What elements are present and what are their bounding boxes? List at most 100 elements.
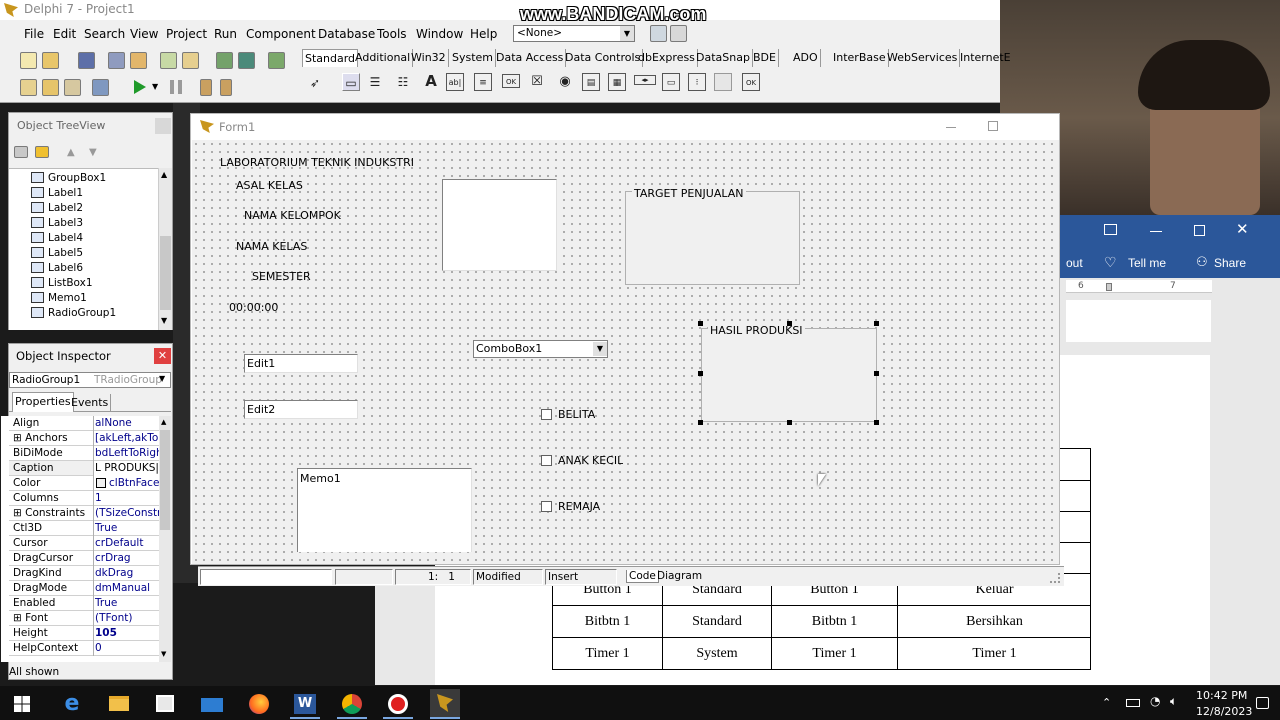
tree-item[interactable]: Label5 [31,246,83,261]
desktop-combo[interactable]: <None> ▼ [513,25,635,42]
minimize-icon[interactable] [946,127,956,128]
edit-icon[interactable]: ab| [446,73,464,91]
prop-row[interactable]: Cursor crDefault [9,536,171,551]
prop-value[interactable]: 105 [93,626,169,641]
prop-value[interactable]: crDrag [93,551,169,566]
tab-diagram[interactable]: Diagram [657,570,702,582]
prop-value[interactable]: L PRODUKS| [93,461,169,476]
prop-value[interactable]: crDefault [93,536,169,551]
prop-value[interactable]: dmManual [93,581,169,596]
scroll-down-icon[interactable]: ▼ [161,316,167,325]
inspector-scrollbar[interactable]: ▲ ▼ [159,416,171,662]
edge-icon[interactable]: e [57,689,87,719]
prop-value[interactable]: True [93,596,169,611]
tree-item[interactable]: ListBox1 [31,276,93,291]
tab-additional[interactable]: Additional [353,49,414,67]
tab-code[interactable]: Code [626,570,659,583]
network-icon[interactable]: ◔ [1150,694,1160,708]
tree-item-selected[interactable]: RadioGroup1 [31,306,116,321]
menu-view[interactable]: View [130,27,158,41]
button-icon[interactable]: OK [502,74,520,88]
tab-standard[interactable]: Standard [302,49,359,67]
scroll-thumb[interactable] [160,430,170,530]
run-dropdown-icon[interactable]: ▼ [152,82,158,91]
help-icon[interactable] [216,52,233,69]
prop-row[interactable]: ⊞ Font (TFont) [9,611,171,626]
radiogroup-hasil-produksi[interactable]: HASIL PRODUKSI [701,324,877,422]
label-nama-kelas[interactable]: NAMA KELAS [236,240,307,253]
inspector-close-button[interactable]: ✕ [154,348,171,364]
tab-internet[interactable]: InternetE [958,49,1013,67]
chevron-down-icon[interactable]: ▼ [620,26,634,41]
scroll-up-icon[interactable]: ▲ [161,170,167,179]
checkbox-box[interactable] [541,409,552,420]
chevron-up-icon[interactable]: ⌃ [1102,696,1111,709]
file-explorer-icon[interactable] [104,689,134,719]
prop-value[interactable]: [akLeft,akTop [93,431,169,446]
memo-icon[interactable]: ≡ [474,73,492,91]
memo1[interactable]: Memo1 [297,468,472,552]
tree-new-icon[interactable] [14,146,28,158]
prop-row[interactable]: HelpContext 0 [9,641,171,656]
clock-date[interactable]: 12/8/2023 [1196,705,1252,718]
label-time[interactable]: 00:00:00 [229,301,278,314]
prop-value[interactable]: 1 [93,491,169,506]
menu-help[interactable]: Help [470,27,497,41]
tree-scrollbar[interactable]: ▲ ▼ [158,168,172,330]
chevron-down-icon[interactable]: ▼ [159,374,165,383]
prop-value[interactable]: 0 [93,641,169,656]
treeview-close-button[interactable] [155,118,171,134]
selection-handle[interactable] [874,420,879,425]
selection-handle[interactable] [874,371,879,376]
menu-window[interactable]: Window [416,27,463,41]
tab-properties[interactable]: Properties [12,392,74,412]
prop-row[interactable]: BiDiMode bdLeftToRight [9,446,171,461]
edit2[interactable]: Edit2 [244,400,358,419]
tree-item[interactable]: Label4 [31,231,83,246]
menu-database[interactable]: Database [318,27,375,41]
prop-row[interactable]: ⊞ Anchors [akLeft,akTop [9,431,171,446]
word-icon[interactable]: W [290,689,320,719]
pointer-icon[interactable]: ➶ [306,74,324,92]
listbox-icon[interactable]: ▤ [582,73,600,91]
tree-item[interactable]: Label2 [31,201,83,216]
combobox-icon[interactable]: ▦ [608,73,626,91]
chrome-icon[interactable] [337,689,367,719]
remove-file-icon[interactable] [182,52,199,69]
listbox1[interactable] [442,179,557,271]
menu-component[interactable]: Component [246,27,316,41]
checkbox-box[interactable] [541,455,552,466]
run-icon[interactable] [134,80,146,94]
volume-icon[interactable]: 🔈︎ [1170,694,1177,709]
inspector-object-select[interactable]: RadioGroup1 TRadioGroup ▼ [9,372,171,388]
bandicam-icon[interactable] [383,689,413,719]
prop-row[interactable]: DragKind dkDrag [9,566,171,581]
tab-data-access[interactable]: Data Access [494,49,567,67]
tree-down-icon[interactable]: ▼ [89,147,97,158]
prop-row[interactable]: Height 105 [9,626,171,641]
close-icon[interactable]: ✕ [1236,220,1249,238]
tree-item[interactable]: Memo1 [31,291,87,306]
groupbox-target[interactable]: TARGET PENJUALAN [625,187,800,285]
prop-value[interactable]: True [93,521,169,536]
label-asal-kelas[interactable]: ASAL KELAS [236,179,303,192]
ribbon-display-icon[interactable] [1104,224,1117,235]
label-laboratorium[interactable]: LABORATORIUM TEKNIK INDUKSTRI [220,156,414,169]
scroll-down-icon[interactable]: ▼ [161,650,166,658]
tab-dbexpress[interactable]: dbExpress [636,49,698,67]
set-debug-desktop-icon[interactable] [670,25,687,42]
resize-grip-icon[interactable] [1050,573,1060,583]
prop-row-selected[interactable]: Caption L PRODUKS| [9,461,171,476]
tab-win32[interactable]: Win32 [409,49,449,67]
prop-value[interactable]: clBtnFace [93,476,169,491]
save-icon[interactable] [78,52,95,69]
panel-icon[interactable] [714,73,732,91]
popupmenu-icon[interactable]: ☷ [394,73,412,91]
tree-item[interactable]: Label6 [31,261,83,276]
maximize-icon[interactable] [1194,225,1205,236]
ribbon-tab-partial[interactable]: out [1066,256,1083,270]
prop-row[interactable]: DragMode dmManual [9,581,171,596]
prop-row[interactable]: Enabled True [9,596,171,611]
store-icon[interactable] [150,689,180,719]
menu-project[interactable]: Project [166,27,207,41]
